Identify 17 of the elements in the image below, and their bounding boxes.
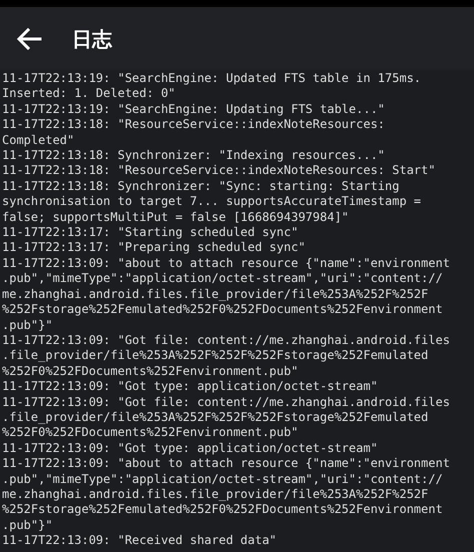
log-entry: 11-17T22:13:09: "Received shared data" <box>2 533 277 549</box>
back-icon[interactable] <box>16 26 42 52</box>
log-entry: 11-17T22:13:18: "ResourceService::indexNoteResources: Start" <box>2 163 436 179</box>
log-entry: 11-17T22:13:09: "Got type: application/octet-stream" <box>2 379 378 395</box>
log-entry: 11-17T22:13:18: Synchronizer: "Sync: starting: Starting synchronisation to target 7... supportsAccurateTimestamp = false; supportsMultiPut = false [1668694397984]" <box>2 178 422 226</box>
log-entry: 11-17T22:13:09: "about to attach resource {"name":"environment .pub","mimeType":"application/octet-stream","uri":"content:// me.zhanghai.android.files.file_provider/file%253A%252F%252F %252Fstorage%252Femulated%252F0%252FDocuments%252Fenvironment .pub"}" <box>2 456 450 534</box>
log-entry: 11-17T22:13:09: "about to attach resource {"name":"environment .pub","mimeType":"application/octet-stream","uri":"content:// me.zhanghai.android.files.file_provider/file%253A%252F%252F %252Fstorage%252Femulated%252F0%252FDocuments%252Fenvironment .pub"}" <box>2 256 450 333</box>
log-entry: 11-17T22:13:17: "Preparing scheduled sync" <box>2 240 306 256</box>
log-entry: 11-17T22:13:19: "SearchEngine: Updating FTS table..." <box>2 102 385 118</box>
log-entry: 11-17T22:13:09: "Got file: content://me.zhanghai.android.files .file_provider/file%253A%252F%252F%252Fstorage%252Femulated %252F0%252FDocuments%252Fenvironment.pub" <box>2 394 450 441</box>
screen-title: 日志 <box>72 26 112 52</box>
log-entry: 11-17T22:13:09: "Got file: content://me.zhanghai.android.files .file_provider/file%253A%252F%252F%252Fstorage%252Femulated %252F0%252FDocuments%252Fenvironment.pub" <box>2 332 450 380</box>
log-entry: 11-17T22:13:09: "Got type: application/octet-stream" <box>2 440 378 456</box>
log-entry: 11-17T22:13:17: "Starting scheduled sync" <box>2 225 298 240</box>
log-entry: 11-17T22:13:19: "SearchEngine: Updated FTS table in 175ms. Inserted: 1. Deleted: 0" <box>2 71 422 102</box>
log-entry: 11-17T22:13:18: "ResourceService::indexNoteResources: Completed" <box>2 117 385 148</box>
log-entry: 11-17T22:13:18: Synchronizer: "Indexing resources..." <box>2 148 385 164</box>
